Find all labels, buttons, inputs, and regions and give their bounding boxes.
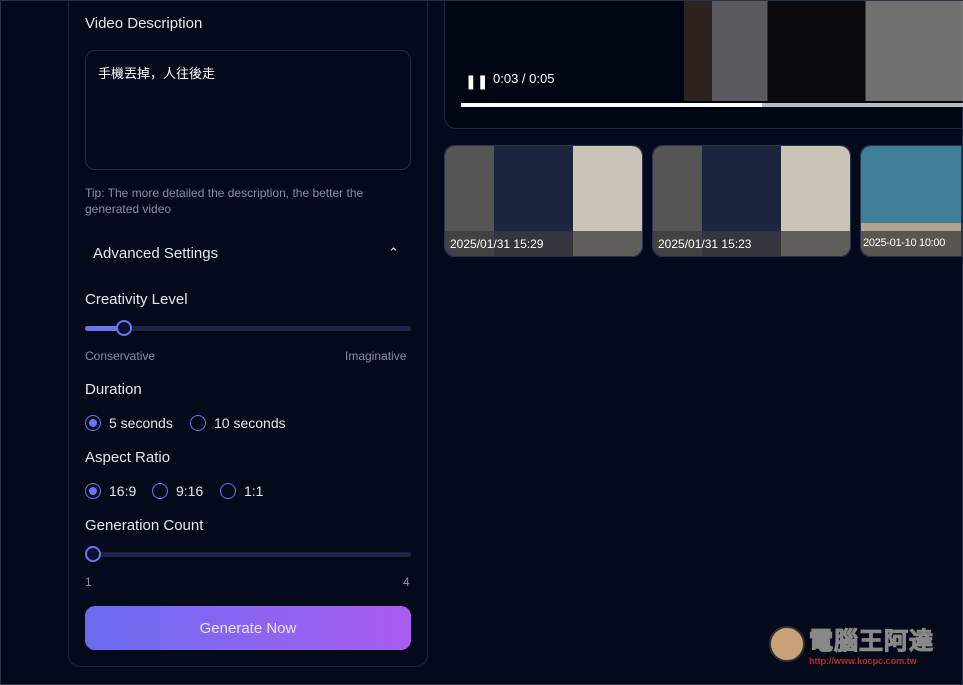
- description-label: Video Description: [85, 15, 203, 32]
- watermark-title: 電腦王阿達: [809, 628, 934, 656]
- advanced-settings-toggle[interactable]: Advanced Settings: [93, 245, 218, 262]
- history-caption: 2025-01-10 10:00: [861, 231, 961, 256]
- creativity-min-label: Conservative: [85, 349, 156, 363]
- radio-icon: [190, 415, 206, 431]
- creativity-label: Creativity Level: [85, 291, 188, 308]
- count-thumb[interactable]: [85, 546, 101, 562]
- creativity-slider[interactable]: [85, 320, 411, 336]
- watermark-logo: 電腦王阿達 http://www.kocpc.com.tw: [769, 621, 934, 666]
- history-card[interactable]: 2025-01-10 10:00: [860, 145, 962, 257]
- count-min-label: 1: [85, 575, 92, 589]
- video-progress-fill: [461, 103, 763, 107]
- duration-option-10[interactable]: 10 seconds: [190, 415, 286, 431]
- history-caption: 2025/01/31 15:29: [445, 231, 642, 256]
- option-label: 10 seconds: [214, 415, 286, 431]
- radio-checked-icon: [85, 483, 101, 499]
- duration-label: Duration: [85, 381, 142, 398]
- aspect-label: Aspect Ratio: [85, 449, 171, 466]
- description-tip: Tip: The more detailed the description, …: [85, 186, 364, 216]
- radio-checked-icon: [85, 415, 101, 431]
- watermark-url: http://www.kocpc.com.tw: [809, 656, 917, 666]
- option-label: 16:9: [109, 483, 137, 499]
- radio-icon: [220, 483, 236, 499]
- radio-icon: [152, 483, 168, 499]
- option-label: 5 seconds: [109, 415, 173, 431]
- duration-option-5[interactable]: 5 seconds: [85, 415, 173, 431]
- video-progress-bar[interactable]: [461, 103, 963, 107]
- aspect-option-9-16[interactable]: 9:16: [152, 483, 203, 499]
- history-card[interactable]: 2025/01/31 15:29: [444, 145, 643, 257]
- chevron-up-icon[interactable]: ⌃: [388, 245, 399, 261]
- creativity-thumb[interactable]: [116, 320, 133, 336]
- count-slider[interactable]: [85, 546, 411, 562]
- creativity-max-label: Imaginative: [345, 349, 407, 363]
- count-label: Generation Count: [85, 517, 204, 534]
- aspect-option-16-9[interactable]: 16:9: [85, 483, 136, 499]
- pause-icon[interactable]: ❚❚: [465, 73, 488, 90]
- history-caption: 2025/01/31 15:23: [653, 231, 850, 256]
- video-player[interactable]: ❚❚ 0:03 / 0:05: [444, 1, 963, 129]
- video-time: 0:03 / 0:05: [493, 71, 555, 86]
- video-frame: [684, 1, 963, 101]
- option-label: 1:1: [244, 483, 264, 499]
- count-max-label: 4: [403, 575, 410, 589]
- option-label: 9:16: [176, 483, 204, 499]
- description-input[interactable]: 手機丟掉，人往後走: [85, 50, 411, 170]
- generate-now-button[interactable]: Generate Now: [85, 606, 411, 650]
- aspect-option-1-1[interactable]: 1:1: [220, 483, 263, 499]
- mascot-icon: [769, 625, 805, 662]
- history-card[interactable]: 2025/01/31 15:23: [652, 145, 851, 257]
